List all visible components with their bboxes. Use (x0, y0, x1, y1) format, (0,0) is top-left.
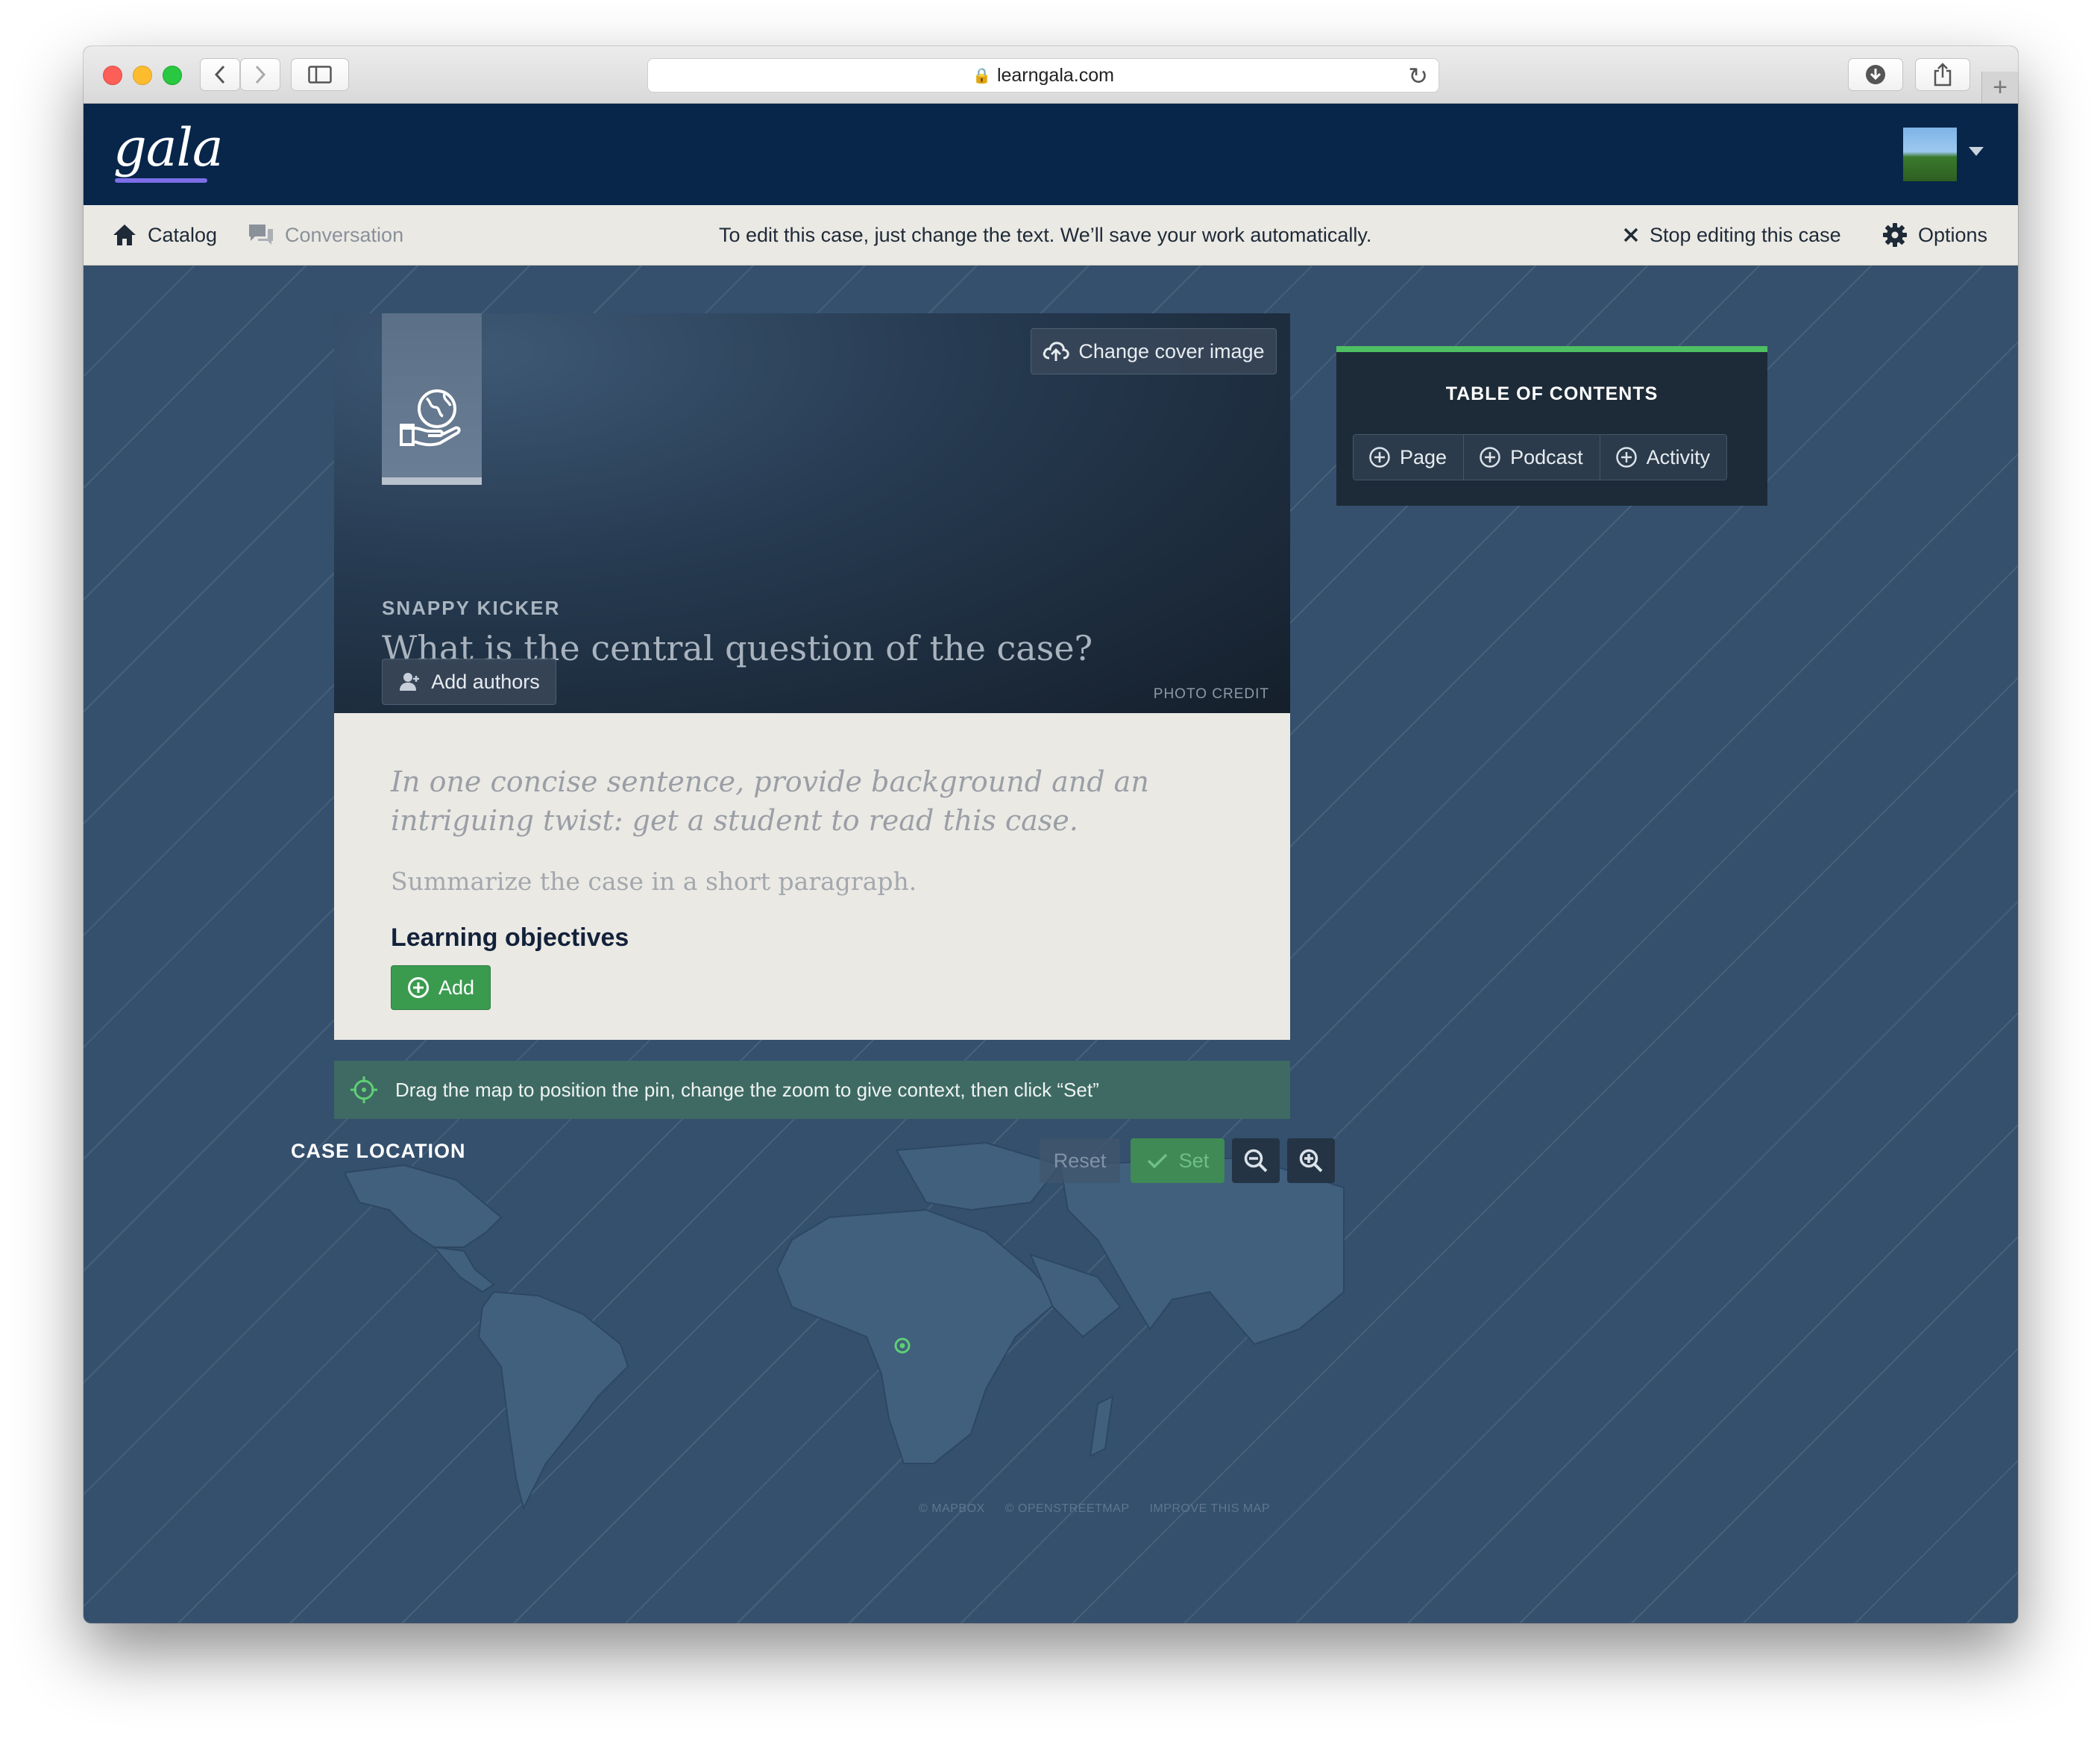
gala-logo[interactable]: gala (113, 117, 224, 178)
conversation-link[interactable]: Conversation (248, 205, 403, 265)
zoom-in-button[interactable] (1287, 1138, 1335, 1183)
add-learning-objective-button[interactable]: Add (391, 965, 491, 1010)
map-set-button[interactable]: Set (1131, 1138, 1225, 1183)
add-podcast-button[interactable]: Podcast (1464, 435, 1600, 480)
change-cover-image-button[interactable]: Change cover image (1031, 328, 1277, 374)
case-icon-tab[interactable] (382, 313, 482, 485)
globe-hand-icon (400, 389, 461, 447)
new-tab-button[interactable]: + (1981, 72, 2018, 103)
conversation-icon (249, 225, 273, 245)
stop-editing-label: Stop editing this case (1650, 223, 1841, 246)
minimize-window-button[interactable] (133, 66, 152, 85)
share-icon (1934, 63, 1952, 87)
browser-window: 🔒 learngala.com ↻ + gala Catalog Convers… (84, 46, 2018, 1623)
logo-underline (115, 178, 207, 183)
add-page-label: Page (1400, 445, 1447, 468)
sidebar-icon (308, 66, 332, 84)
lock-icon: 🔒 (972, 67, 991, 84)
map-africa (776, 1208, 1062, 1464)
map-madagascar (1089, 1395, 1114, 1458)
forward-button[interactable] (240, 58, 280, 91)
improve-map-link[interactable]: IMPROVE THIS MAP (1149, 1502, 1270, 1515)
close-icon (1623, 228, 1638, 242)
zoom-in-icon (1299, 1149, 1323, 1173)
case-summary[interactable]: Summarize the case in a short paragraph. (391, 867, 917, 896)
plus-circle-icon (1480, 447, 1500, 468)
case-location-title: CASE LOCATION (291, 1140, 466, 1162)
world-map[interactable] (315, 1120, 1359, 1538)
browser-titlebar: 🔒 learngala.com ↻ + (84, 46, 2018, 104)
case-cover: Change cover image SNAPPY KICKER What is… (334, 313, 1290, 713)
reload-icon[interactable]: ↻ (1408, 62, 1428, 90)
cloud-upload-icon (1043, 342, 1070, 361)
gear-icon (1883, 223, 1907, 247)
plus-circle-icon (1615, 447, 1637, 468)
catalog-label: Catalog (148, 223, 218, 246)
add-activity-label: Activity (1646, 445, 1711, 468)
close-window-button[interactable] (103, 66, 122, 85)
conversation-label: Conversation (285, 223, 404, 246)
openstreetmap-credit[interactable]: © OPENSTREETMAP (1005, 1502, 1130, 1515)
chevron-left-icon (214, 65, 225, 84)
map-hint-text: Drag the map to position the pin, change… (395, 1078, 1099, 1101)
toc-title: TABLE OF CONTENTS (1445, 383, 1659, 404)
options-label: Options (1918, 223, 1988, 246)
avatar[interactable] (1903, 128, 1957, 181)
add-activity-button[interactable]: Activity (1600, 435, 1727, 480)
edit-message: To edit this case, just change the text.… (719, 223, 1372, 246)
case-tagline[interactable]: In one concise sentence, provide backgro… (391, 762, 1248, 840)
sidebar-toggle-button[interactable] (291, 58, 349, 91)
map-central-america (432, 1246, 495, 1293)
stop-editing-button[interactable]: Stop editing this case (1623, 205, 1841, 265)
learning-objectives-heading: Learning objectives (391, 923, 629, 952)
map-attribution: © MAPBOX © OPENSTREETMAP IMPROVE THIS MA… (919, 1502, 1286, 1516)
catalog-link[interactable]: Catalog (112, 205, 217, 265)
mapbox-credit[interactable]: © MAPBOX (919, 1502, 985, 1515)
app-header: gala (84, 104, 2018, 205)
plus-circle-icon (1369, 447, 1390, 468)
map-north-america (343, 1164, 503, 1248)
map-europe (895, 1141, 1062, 1211)
change-cover-label: Change cover image (1078, 339, 1265, 363)
add-podcast-label: Podcast (1510, 445, 1583, 468)
home-icon (113, 225, 136, 245)
add-page-button[interactable]: Page (1354, 435, 1465, 480)
map-set-label: Set (1178, 1149, 1210, 1172)
user-icon (400, 673, 420, 691)
zoom-out-button[interactable] (1232, 1138, 1280, 1183)
chevron-right-icon (255, 65, 266, 84)
zoom-out-icon (1244, 1149, 1268, 1173)
download-icon (1866, 65, 1885, 84)
toc-add-buttons: Page Podcast Activity (1353, 434, 1728, 480)
add-authors-button[interactable]: Add authors (382, 659, 556, 705)
address-bar[interactable]: 🔒 learngala.com ↻ (647, 58, 1439, 92)
options-button[interactable]: Options (1882, 205, 1987, 265)
share-button[interactable] (1915, 58, 1970, 91)
check-icon (1147, 1153, 1167, 1169)
edit-toolbar: Catalog Conversation To edit this case, … (84, 205, 2018, 266)
add-label: Add (438, 976, 475, 999)
plus-circle-icon (407, 977, 429, 998)
map-hint-banner: Drag the map to position the pin, change… (334, 1061, 1290, 1119)
url-text: learngala.com (996, 64, 1114, 86)
case-summary-card: In one concise sentence, provide backgro… (334, 713, 1290, 1040)
back-button[interactable] (200, 58, 240, 91)
table-of-contents: TABLE OF CONTENTS Page Podcast Activity (1336, 346, 1767, 506)
chevron-down-icon[interactable] (1969, 147, 1984, 156)
photo-credit[interactable]: PHOTO CREDIT (1154, 686, 1269, 703)
crosshair-icon (350, 1076, 377, 1103)
downloads-button[interactable] (1848, 58, 1903, 91)
case-kicker[interactable]: SNAPPY KICKER (382, 597, 560, 620)
map-south-america (477, 1290, 629, 1511)
zoom-window-button[interactable] (163, 66, 182, 85)
add-authors-label: Add authors (431, 670, 540, 693)
map-reset-button[interactable]: Reset (1040, 1138, 1120, 1183)
